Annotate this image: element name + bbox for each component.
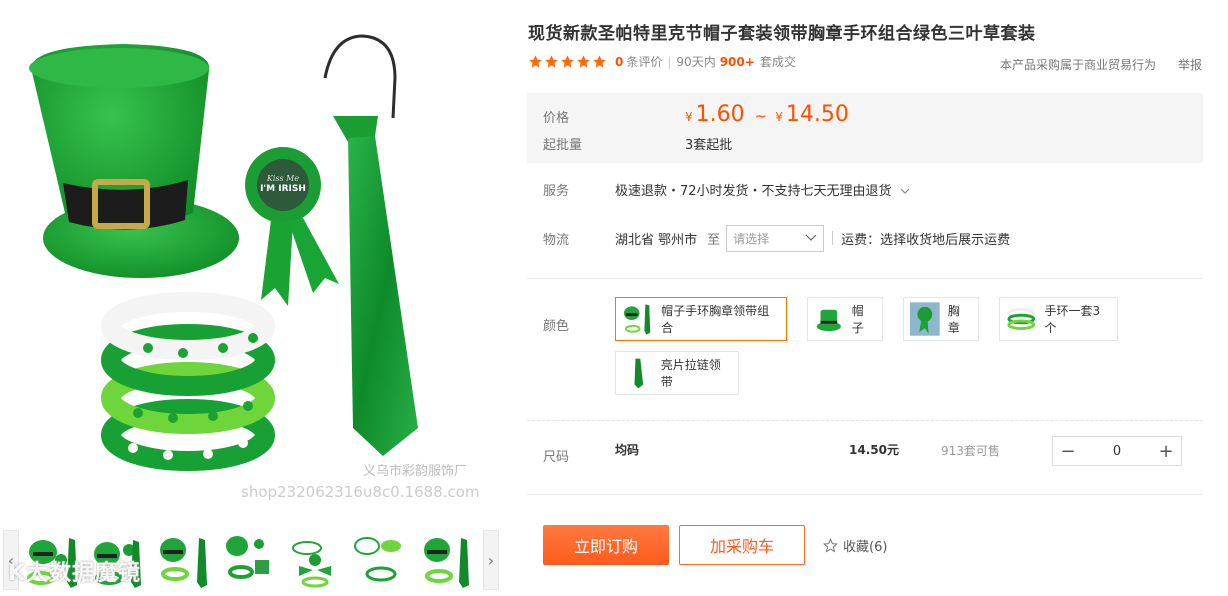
quantity-input[interactable]: 0 [1083,444,1151,459]
size-price: 14.50元 [849,443,899,457]
watermark-shop-url: shop232062316u8c0.1688.com [241,483,480,501]
thumbnail-4[interactable] [219,530,279,590]
size-label: 尺码 [543,450,570,465]
color-option-label: 亮片拉链领带 [660,358,721,389]
hat-image [29,44,239,278]
price-range: ¥ 1.60 ~ ¥ 14.50 [685,102,849,127]
sales-prefix: 90天内 [676,55,716,69]
service-text[interactable]: 极速退款・72小时发货・不支持七天无理由退货 [615,180,910,199]
svg-text:I'M IRISH: I'M IRISH [260,184,306,194]
main-product-image: Kiss Me I'M IRISH 义乌市彩韵服饰厂 shop232062316… [3,8,503,508]
thumbnail-7[interactable] [417,530,477,590]
price-low: 1.60 [695,102,745,127]
report-link[interactable]: 举报 [1178,56,1202,73]
destination-placeholder: 请选择 [733,231,770,246]
color-option-label: 手环一套3个 [1044,304,1101,335]
price-box: 价格 ¥ 1.60 ~ ¥ 14.50 起批量 3套起批 [527,93,1203,163]
rating-stars [528,54,607,69]
trade-note: 本产品采购属于商业贸易行为 [1000,58,1157,72]
watermark-shop-name: 义乌市彩韵服饰厂 [363,464,468,479]
star-outline-icon [823,538,838,553]
star-icon [593,55,606,68]
badge-image: Kiss Me I'M IRISH [245,147,339,306]
rating-row: 0 条评价 | 90天内 900+ 套成交 [528,53,796,70]
star-icon [545,55,558,68]
bracelets-image [101,292,275,471]
color-option-combo[interactable]: 帽子手环胸章领带组合 [615,297,787,341]
chevron-down-icon [900,188,910,194]
color-label: 颜色 [543,319,570,334]
thumbnail-6[interactable] [351,530,411,590]
quantity-increase-button[interactable]: + [1151,441,1181,462]
product-title: 现货新款圣帕特里克节帽子套装领带胸章手环组合绿色三叶草套装 [528,24,1036,44]
color-option-label: 帽子 [851,304,864,335]
size-name: 均码 [615,443,640,457]
option-thumbnail [910,301,940,337]
favorite-button[interactable]: 收藏(6) [823,536,887,555]
color-option-bracelets[interactable]: 手环一套3个 [999,297,1118,341]
price-label: 价格 [543,111,570,126]
price-tilde: ~ [754,107,768,125]
logistics-origin: 湖北省 鄂州市 [615,232,698,248]
option-thumbnail [622,301,654,337]
chevron-right-icon: › [487,550,495,570]
option-thumbnail [814,301,844,337]
reviews-count[interactable]: 0 [615,55,623,69]
favorite-label: 收藏(6) [843,540,888,555]
star-icon [577,55,590,68]
star-icon [529,55,542,68]
chevron-down-icon [805,234,817,241]
star-icon [561,55,574,68]
shipping-fee-text: 运费：选择收货地后展示运费 [841,232,1011,248]
destination-select[interactable]: 请选择 [726,224,825,252]
service-value: 极速退款・72小时发货・不支持七天无理由退货 [615,184,892,199]
svg-text:Kiss Me: Kiss Me [266,174,299,183]
buy-now-button[interactable]: 立即订购 [543,525,669,565]
logistics-row: 湖北省 鄂州市 至 请选择 运费：选择收货地后展示运费 [615,224,1010,252]
color-option-hat[interactable]: 帽子 [807,297,883,341]
color-option-label: 帽子手环胸章领带组合 [661,304,770,335]
currency-symbol: ¥ [685,110,693,124]
watermark-logo: K大数据魔镜 [8,561,142,586]
size-stock: 913套可售 [941,444,1000,458]
logistics-label: 物流 [543,233,570,248]
thumbnail-next-arrow[interactable]: › [483,530,499,590]
tie-image [323,34,418,456]
thumbnail-3[interactable] [153,530,213,590]
add-to-cart-button[interactable]: 加采购车 [679,525,805,565]
color-option-label: 胸章 [947,304,960,335]
reviews-label[interactable]: 条评价 [626,53,662,70]
sales-suffix: 套成交 [759,55,796,69]
sales-count: 900+ [719,54,755,69]
thumbnail-5[interactable] [285,530,345,590]
moq-label: 起批量 [543,138,583,153]
quantity-stepper: − 0 + [1052,436,1182,466]
quantity-decrease-button[interactable]: − [1053,441,1083,462]
logistics-to: 至 [707,232,721,248]
color-option-tie[interactable]: 亮片拉链领带 [615,351,739,395]
moq-value: 3套起批 [685,138,733,153]
service-label: 服务 [543,184,570,199]
color-option-badge[interactable]: 胸章 [903,297,979,341]
currency-symbol: ¥ [775,110,783,124]
price-high: 14.50 [785,102,849,127]
option-thumbnail [622,355,653,391]
option-thumbnail [1006,301,1037,337]
